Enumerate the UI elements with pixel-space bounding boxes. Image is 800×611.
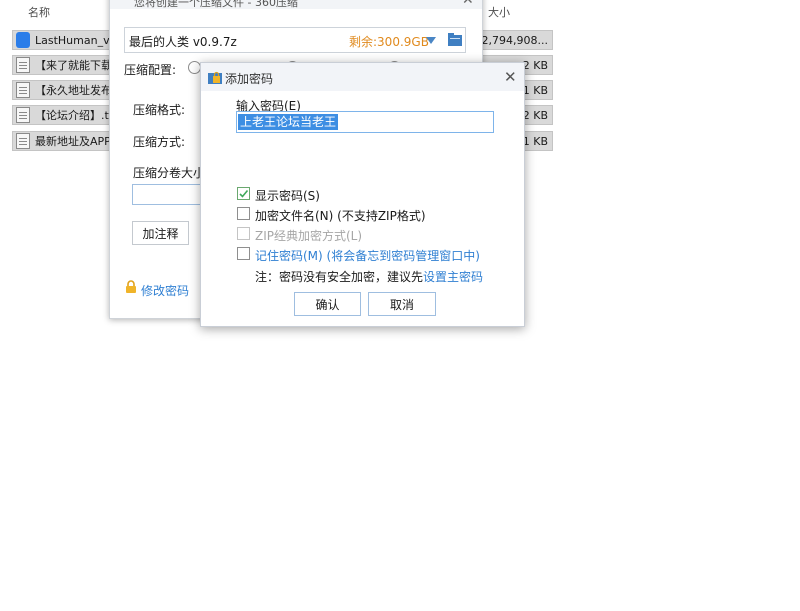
split-label: 压缩分卷大小: [133, 166, 210, 180]
folder-icon[interactable] [448, 33, 462, 46]
encrypt-filenames-label[interactable]: 加密文件名(N) (不支持ZIP格式) [255, 207, 426, 224]
show-password-label[interactable]: 显示密码(S) [255, 187, 320, 204]
security-note: 注：密码没有安全加密，建议先设置主密码 [255, 268, 483, 285]
show-password-checkbox[interactable] [237, 187, 250, 200]
config-label: 压缩配置: [124, 63, 177, 77]
column-header-name[interactable]: 名称 [28, 4, 50, 20]
zip-classic-checkbox [237, 227, 250, 240]
password-value: 上老王论坛当老王 [238, 114, 339, 130]
close-icon[interactable]: ✕ [504, 68, 517, 86]
change-password-link[interactable]: 修改密码 [141, 282, 189, 299]
remember-password-checkbox[interactable] [237, 247, 250, 260]
ok-button[interactable]: 确认 [294, 292, 361, 316]
column-header-size[interactable]: 大小 [488, 4, 510, 20]
lock-icon [126, 280, 136, 293]
add-comment-button[interactable]: 加注释 [132, 221, 189, 245]
archive-lock-icon [208, 71, 222, 84]
archive-name-field[interactable]: 最后的人类 v0.9.7z 剩余:300.9GB [124, 27, 466, 53]
add-password-dialog: 添加密码 ✕ 输入密码(E) 上老王论坛当老王 显示密码(S) 加密文件名(N)… [200, 62, 525, 327]
text-file-icon [16, 57, 30, 73]
chevron-down-icon[interactable] [426, 37, 436, 44]
format-label: 压缩格式: [133, 103, 186, 117]
split-size-input[interactable] [132, 184, 202, 205]
encrypt-filenames-checkbox[interactable] [237, 207, 250, 220]
file-size: 2,794,908... [481, 33, 548, 47]
app-icon [16, 32, 30, 48]
free-space-label: 剩余:300.9GB [349, 35, 429, 49]
close-icon[interactable]: ✕ [462, 0, 474, 8]
password-title: 添加密码 [225, 72, 274, 86]
checkmark-icon [239, 189, 249, 198]
text-file-icon [16, 107, 30, 123]
zip-classic-label: ZIP经典加密方式(L) [255, 229, 363, 243]
security-note-text: 注：密码没有安全加密，建议先 [255, 270, 424, 284]
method-label: 压缩方式: [133, 135, 186, 149]
set-master-password-link[interactable]: 设置主密码 [423, 270, 483, 284]
password-input[interactable]: 上老王论坛当老王 [236, 111, 494, 133]
archive-name-value: 最后的人类 v0.9.7z [129, 35, 237, 49]
text-file-icon [16, 82, 30, 98]
text-file-icon [16, 133, 30, 149]
cancel-button[interactable]: 取消 [368, 292, 436, 316]
compress-title: 您将创建一个压缩文件 - 360压缩 [134, 0, 298, 9]
remember-password-label[interactable]: 记住密码(M) (将会备忘到密码管理窗口中) [255, 247, 480, 264]
